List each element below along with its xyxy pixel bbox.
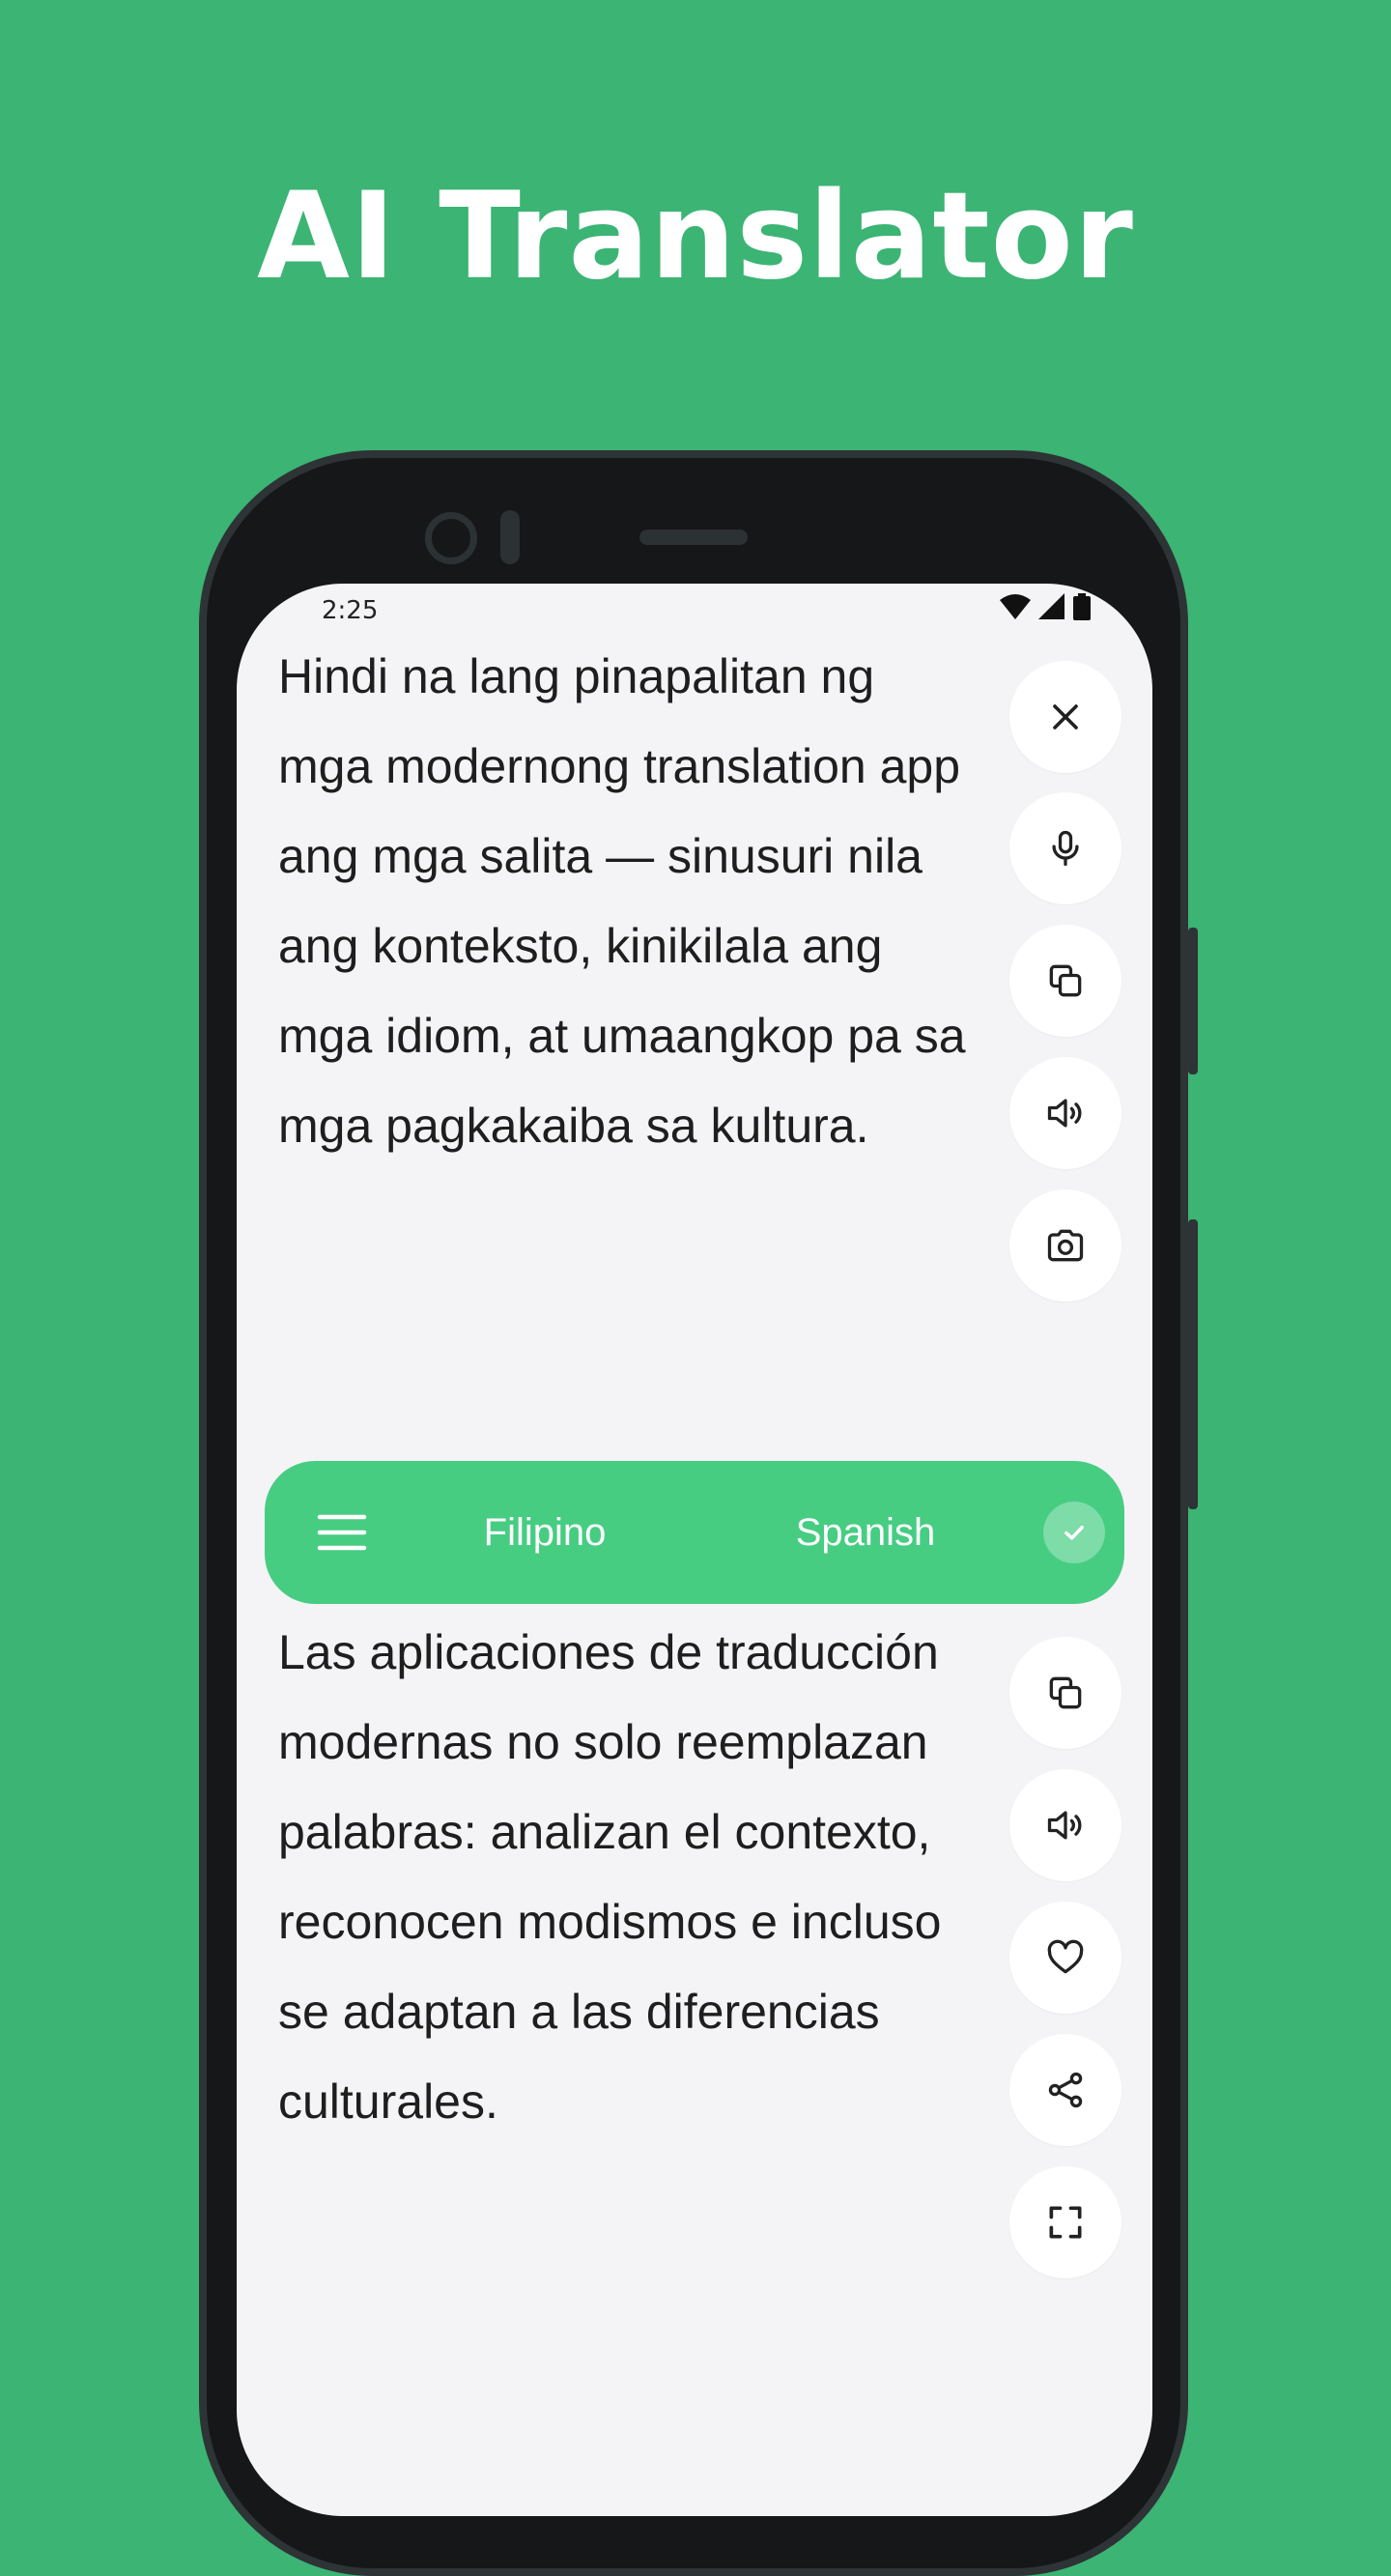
signal-icon (1038, 593, 1065, 619)
speaker-icon (1047, 1099, 1082, 1128)
source-text[interactable]: Hindi na lang pinapalitan ng mga moderno… (278, 632, 974, 1171)
speaker-icon (1047, 1811, 1082, 1840)
promo-headline: AI Translator (257, 167, 1134, 306)
phone-side-button-volume (1188, 1219, 1198, 1509)
heart-icon (1047, 1939, 1084, 1974)
check-icon (1065, 1526, 1084, 1540)
translated-text: Las aplicaciones de traducción modernas … (278, 1625, 942, 2129)
clear-button[interactable] (1009, 661, 1121, 773)
camera-icon (1047, 1229, 1084, 1262)
target-language-selector[interactable]: Spanish (740, 1461, 991, 1604)
copy-icon (1049, 964, 1082, 997)
wifi-icon (1000, 594, 1031, 619)
camera-translate-button[interactable] (1009, 1189, 1121, 1302)
menu-icon (317, 1514, 367, 1551)
share-icon (1048, 2072, 1083, 2108)
earpiece-speaker (639, 530, 748, 545)
copy-translation-button[interactable] (1009, 1637, 1121, 1749)
front-camera (425, 512, 477, 564)
copy-icon (1049, 1676, 1082, 1709)
language-bar: Filipino Spanish (265, 1461, 1124, 1604)
speak-source-button[interactable] (1009, 1057, 1121, 1169)
battery-icon (1073, 593, 1091, 620)
status-time: 2:25 (322, 596, 379, 625)
voice-input-button[interactable] (1009, 792, 1121, 904)
menu-button[interactable] (303, 1494, 381, 1571)
status-icons (1000, 593, 1091, 620)
speak-translation-button[interactable] (1009, 1769, 1121, 1881)
fullscreen-button[interactable] (1009, 2166, 1121, 2278)
source-language-selector[interactable]: Filipino (419, 1461, 670, 1604)
favorite-button[interactable] (1009, 1902, 1121, 2014)
confirm-button[interactable] (1043, 1502, 1105, 1563)
microphone-icon (1052, 830, 1079, 867)
proximity-sensor (500, 510, 520, 564)
app-screen: 2:25 Hindi na lang pinapalitan ng mga mo… (237, 584, 1152, 2516)
close-icon (1053, 704, 1078, 730)
phone-side-button-power (1188, 928, 1198, 1074)
fullscreen-icon (1049, 2206, 1082, 2239)
share-button[interactable] (1009, 2034, 1121, 2146)
copy-source-button[interactable] (1009, 925, 1121, 1037)
